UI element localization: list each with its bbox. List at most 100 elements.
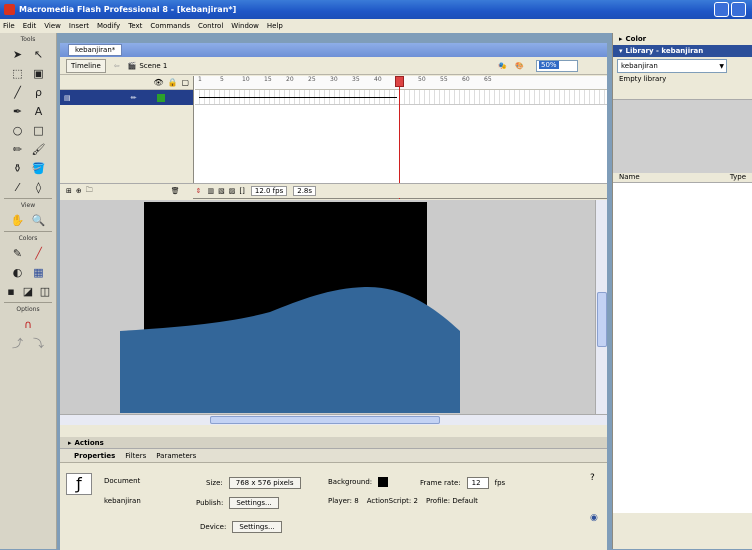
- column-type[interactable]: Type: [730, 173, 746, 182]
- ruler-tick: 10: [242, 76, 250, 83]
- lasso-tool-icon[interactable]: ρ: [30, 84, 48, 100]
- menu-window[interactable]: Window: [231, 22, 259, 30]
- lock-icon[interactable]: 🔒: [167, 78, 177, 87]
- eyedropper-tool-icon[interactable]: ⁄: [9, 179, 27, 195]
- add-folder-icon[interactable]: 🗀: [86, 186, 93, 197]
- text-tool-icon[interactable]: A: [30, 103, 48, 119]
- onion-skin-icon[interactable]: ▥: [208, 187, 215, 195]
- hand-tool-icon[interactable]: ✋: [9, 212, 27, 228]
- brush-tool-icon[interactable]: 🖌: [30, 141, 48, 157]
- publish-settings-button[interactable]: Settings...: [229, 497, 279, 509]
- menu-text[interactable]: Text: [128, 22, 142, 30]
- onion-markers-icon[interactable]: []: [239, 187, 244, 195]
- library-select-value: kebanjiran: [621, 62, 658, 70]
- menu-commands[interactable]: Commands: [150, 22, 190, 30]
- zoom-select[interactable]: 50%: [536, 59, 578, 72]
- edit-scene-icon[interactable]: 🎭: [498, 62, 507, 70]
- device-row: Device: Settings...: [200, 521, 282, 533]
- ruler-tick: 55: [440, 76, 448, 83]
- pen-tool-icon[interactable]: ✒: [9, 103, 27, 119]
- swap-icon[interactable]: ◫: [38, 283, 52, 299]
- rectangle-tool-icon[interactable]: □: [30, 122, 48, 138]
- view-label: View: [20, 202, 36, 209]
- device-settings-button[interactable]: Settings...: [232, 521, 282, 533]
- snap-magnet-icon[interactable]: ∩: [19, 316, 37, 332]
- expand-icon[interactable]: ◉: [590, 513, 598, 523]
- zoom-tool-icon[interactable]: 🔍: [30, 212, 48, 228]
- layers-column: 👁 🔒 ▢ ▤ ✏: [60, 76, 194, 199]
- library-preview: [613, 99, 752, 173]
- default-colors-icon[interactable]: ◪: [21, 283, 35, 299]
- oval-tool-icon[interactable]: ○: [9, 122, 27, 138]
- menu-modify[interactable]: Modify: [97, 22, 120, 30]
- tab-filters[interactable]: Filters: [125, 452, 146, 460]
- document-icon: ƒ: [66, 473, 92, 495]
- vertical-scroll-thumb[interactable]: [597, 292, 607, 347]
- tab-properties[interactable]: Properties: [74, 452, 115, 460]
- pencil-tool-icon[interactable]: ✏: [9, 141, 27, 157]
- library-panel-header[interactable]: ▾ Library - kebanjiran: [613, 45, 752, 57]
- swap-colors-icon[interactable]: ▦: [30, 264, 48, 280]
- library-select[interactable]: kebanjiran ▼: [617, 59, 727, 73]
- eraser-tool-icon[interactable]: ◊: [30, 179, 48, 195]
- maximize-button[interactable]: [731, 2, 746, 17]
- back-arrow-icon[interactable]: ⇦: [114, 62, 120, 70]
- color-panel-header[interactable]: ▸ Color: [613, 33, 752, 45]
- straighten-icon[interactable]: ⤵: [30, 335, 48, 351]
- vertical-scrollbar[interactable]: [595, 200, 607, 425]
- document-tab[interactable]: kebanjiran*: [68, 44, 123, 56]
- doc-type-row: Document: [104, 477, 140, 485]
- wave-fill[interactable]: [120, 286, 460, 413]
- gradient-transform-tool-icon[interactable]: ▣: [30, 65, 48, 81]
- black-white-icon[interactable]: ◐: [9, 264, 27, 280]
- timeline-toggle-button[interactable]: Timeline: [66, 58, 106, 73]
- add-guide-icon[interactable]: ⊕: [76, 187, 82, 195]
- stroke-color-icon[interactable]: ✎: [9, 245, 27, 261]
- stage-area[interactable]: [60, 200, 607, 425]
- outline-icon[interactable]: ▢: [181, 78, 189, 87]
- column-name[interactable]: Name: [619, 173, 640, 182]
- edit-symbol-icon[interactable]: 🎨: [515, 62, 524, 70]
- help-icon[interactable]: ?: [590, 473, 595, 483]
- delete-layer-icon[interactable]: 🗑: [171, 187, 180, 195]
- selection-tool-icon[interactable]: ➤: [9, 46, 27, 62]
- playhead[interactable]: [395, 76, 404, 87]
- center-frame-icon[interactable]: ⇕: [196, 187, 202, 195]
- subselection-tool-icon[interactable]: ↖: [30, 46, 48, 62]
- library-list[interactable]: [613, 183, 752, 513]
- ink-bottle-tool-icon[interactable]: ⚱: [9, 160, 27, 176]
- menu-view[interactable]: View: [44, 22, 61, 30]
- background-swatch[interactable]: [378, 477, 389, 487]
- menu-control[interactable]: Control: [198, 22, 223, 30]
- framerate-row: Frame rate: 12 fps: [420, 477, 505, 489]
- actions-panel-header[interactable]: ▸ Actions: [60, 437, 607, 449]
- smooth-icon[interactable]: ⤴: [9, 335, 27, 351]
- free-transform-tool-icon[interactable]: ⬚: [9, 65, 27, 81]
- no-color-icon[interactable]: ▪: [4, 283, 18, 299]
- horizontal-scroll-thumb[interactable]: [210, 416, 440, 424]
- edit-multiple-icon[interactable]: ▨: [229, 187, 236, 195]
- fill-color-icon[interactable]: ╱: [30, 245, 48, 261]
- wave-shape[interactable]: [60, 200, 607, 425]
- minimize-button[interactable]: [714, 2, 729, 17]
- framerate-input[interactable]: 12: [466, 477, 489, 489]
- size-button[interactable]: 768 x 576 pixels: [228, 477, 301, 489]
- ruler-tick: 50: [418, 76, 426, 83]
- paint-bucket-tool-icon[interactable]: 🪣: [30, 160, 48, 176]
- layer-icon: ▤: [64, 93, 71, 102]
- layer-row[interactable]: ▤ ✏: [60, 90, 193, 105]
- background-label: Background:: [328, 478, 373, 486]
- line-tool-icon[interactable]: ╱: [9, 84, 27, 100]
- document-tab-bar: kebanjiran*: [60, 43, 607, 57]
- frame-row[interactable]: [195, 90, 607, 105]
- show-hide-icon[interactable]: 👁: [153, 78, 163, 87]
- menu-help[interactable]: Help: [267, 22, 283, 30]
- onion-outline-icon[interactable]: ▧: [218, 187, 225, 195]
- horizontal-scrollbar[interactable]: [60, 414, 607, 425]
- menu-insert[interactable]: Insert: [69, 22, 89, 30]
- menu-file[interactable]: File: [3, 22, 15, 30]
- properties-tabs: Properties Filters Parameters: [60, 449, 607, 463]
- add-layer-icon[interactable]: ⊞: [66, 187, 72, 195]
- menu-edit[interactable]: Edit: [23, 22, 37, 30]
- tab-parameters[interactable]: Parameters: [156, 452, 196, 460]
